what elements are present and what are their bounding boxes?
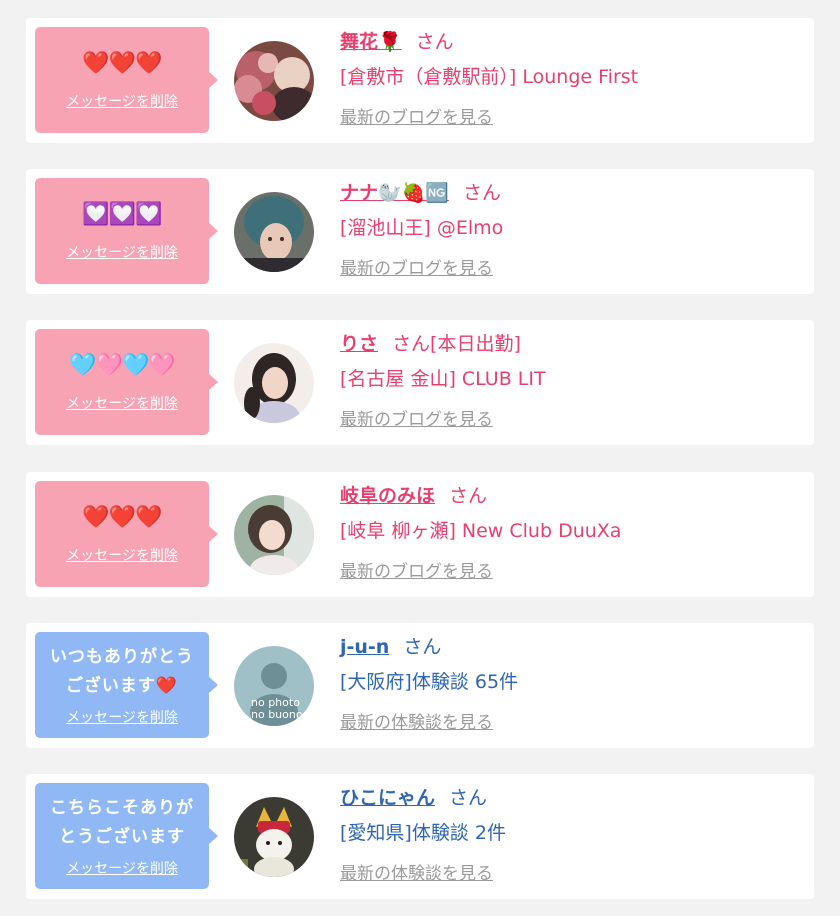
bubble-message: 🩵🩷🩵🩷 — [69, 353, 176, 378]
bubble-message: いつもありがとうございます❤️ — [50, 647, 194, 696]
card-info: ナナ🦭🍓🆖 さん [溜池山王] @Elmo 最新のブログを見る — [340, 179, 800, 279]
message-card: ❤️❤️❤️ メッセージを削除 舞花🌹 さん [倉敷市（倉敷駅前）] Lounge… — [26, 18, 814, 143]
message-bubble: いつもありがとうございます❤️ メッセージを削除 — [35, 632, 218, 738]
profile-name-link[interactable]: j-u-n — [340, 636, 389, 658]
bubble-message: 💟💟💟 — [82, 202, 162, 227]
shop-detail: [名古屋 金山] CLUB LIT — [340, 368, 546, 390]
delete-message-link[interactable]: メッセージを削除 — [66, 91, 178, 111]
profile-name-link[interactable]: ひこにゃん — [340, 787, 435, 809]
review-detail: [愛知県]体験談 2件 — [340, 822, 506, 844]
message-bubble: 💟💟💟 メッセージを削除 — [35, 178, 218, 284]
avatar[interactable] — [234, 192, 314, 272]
card-info: ひこにゃん さん [愛知県]体験談 2件 最新の体験談を見る — [340, 784, 800, 884]
profile-name-link[interactable]: 舞花🌹 — [340, 31, 402, 53]
shop-detail: [溜池山王] @Elmo — [340, 217, 504, 239]
delete-message-link[interactable]: メッセージを削除 — [66, 393, 178, 413]
message-bubble: 🩵🩷🩵🩷 メッセージを削除 — [35, 329, 218, 435]
card-info: りさ さん[本日出勤] [名古屋 金山] CLUB LIT 最新のブログを見る — [340, 330, 800, 430]
message-card: 🩵🩷🩵🩷 メッセージを削除 りさ さん[本日出勤] [名古屋 金山] CLUB L… — [26, 320, 814, 445]
bubble-message: ❤️❤️❤️ — [82, 51, 162, 76]
message-card: いつもありがとうございます❤️ メッセージを削除 no photo no buo… — [26, 623, 814, 748]
latest-blog-link[interactable]: 最新のブログを見る — [340, 557, 493, 582]
bubble-message: ❤️❤️❤️ — [82, 505, 162, 530]
avatar[interactable] — [234, 797, 314, 877]
status-text: [本日出勤] — [430, 333, 521, 355]
delete-message-link[interactable]: メッセージを削除 — [66, 707, 178, 727]
card-info: 舞花🌹 さん [倉敷市（倉敷駅前）] Lounge First 最新のブログを見る — [340, 28, 800, 128]
avatar-photo — [234, 495, 314, 575]
review-detail: [大阪府]体験談 65件 — [340, 671, 519, 693]
avatar[interactable] — [234, 41, 314, 121]
message-bubble: こちらこそありがとうございます メッセージを削除 — [35, 783, 218, 889]
shop-detail: [岐阜 柳ヶ瀬] New Club DuuXa — [340, 520, 622, 542]
card-info: 岐阜のみほ さん [岐阜 柳ヶ瀬] New Club DuuXa 最新のブログを見… — [340, 482, 800, 582]
message-list: ❤️❤️❤️ メッセージを削除 舞花🌹 さん [倉敷市（倉敷駅前）] Lounge… — [0, 0, 840, 916]
latest-blog-link[interactable]: 最新のブログを見る — [340, 103, 493, 128]
latest-blog-link[interactable]: 最新のブログを見る — [340, 405, 493, 430]
profile-name-link[interactable]: ナナ🦭🍓🆖 — [340, 182, 449, 204]
delete-message-link[interactable]: メッセージを削除 — [66, 858, 178, 878]
honorific: さん — [403, 636, 442, 658]
avatar[interactable] — [234, 343, 314, 423]
message-card: 💟💟💟 メッセージを削除 ナナ🦭🍓🆖 さん [溜池山王] @Elmo 最新のブログ… — [26, 169, 814, 294]
honorific: さん — [449, 485, 488, 507]
latest-blog-link[interactable]: 最新のブログを見る — [340, 254, 493, 279]
avatar-photo — [234, 192, 314, 272]
avatar[interactable] — [234, 495, 314, 575]
bubble-message: こちらこそありがとうございます — [50, 798, 194, 847]
latest-review-link[interactable]: 最新の体験談を見る — [340, 708, 493, 733]
avatar[interactable]: no photo no buono — [234, 646, 314, 726]
message-bubble: ❤️❤️❤️ メッセージを削除 — [35, 481, 218, 587]
latest-review-link[interactable]: 最新の体験談を見る — [340, 859, 493, 884]
card-info: j-u-n さん [大阪府]体験談 65件 最新の体験談を見る — [340, 633, 800, 733]
avatar-photo — [234, 343, 314, 423]
shop-detail: [倉敷市（倉敷駅前）] Lounge First — [340, 66, 639, 88]
avatar-photo — [234, 797, 314, 877]
message-bubble: ❤️❤️❤️ メッセージを削除 — [35, 27, 218, 133]
honorific: さん — [449, 787, 488, 809]
honorific: さん — [462, 182, 501, 204]
honorific: さん — [415, 31, 454, 53]
avatar-text-line-2: no buono — [251, 708, 303, 721]
no-photo-icon: no photo no buono — [234, 646, 314, 726]
honorific: さん — [392, 333, 431, 355]
message-card: ❤️❤️❤️ メッセージを削除 岐阜のみほ さん [岐阜 柳ヶ瀬] New Clu… — [26, 472, 814, 597]
message-card: こちらこそありがとうございます メッセージを削除 ひこにゃん さん [愛知県]体験… — [26, 774, 814, 899]
profile-name-link[interactable]: りさ — [340, 333, 378, 355]
delete-message-link[interactable]: メッセージを削除 — [66, 545, 178, 565]
profile-name-link[interactable]: 岐阜のみほ — [340, 485, 435, 507]
delete-message-link[interactable]: メッセージを削除 — [66, 242, 178, 262]
avatar-photo — [234, 41, 314, 121]
